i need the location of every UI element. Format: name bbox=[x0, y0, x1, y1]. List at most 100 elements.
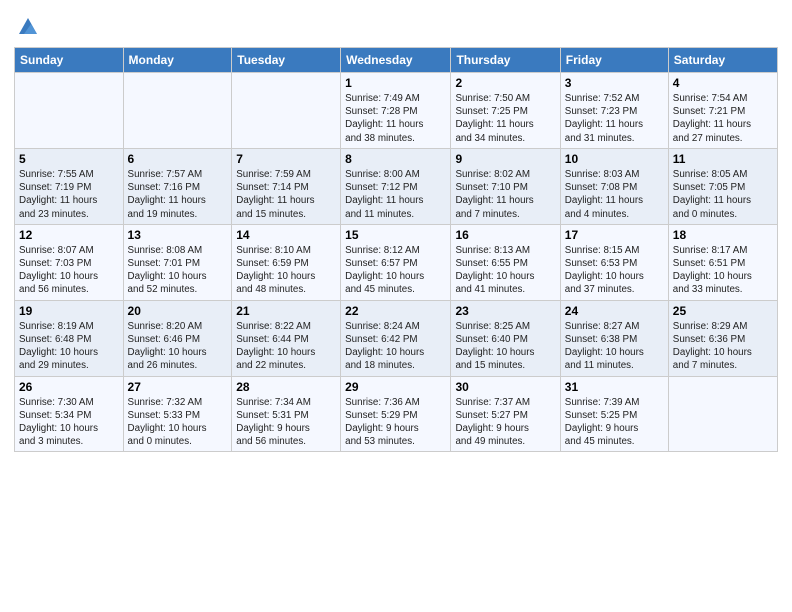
day-info: Sunrise: 7:54 AM Sunset: 7:21 PM Dayligh… bbox=[673, 92, 773, 145]
day-number: 2 bbox=[455, 76, 555, 90]
logo-icon bbox=[17, 16, 39, 36]
day-info: Sunrise: 8:07 AM Sunset: 7:03 PM Dayligh… bbox=[19, 244, 119, 297]
calendar-cell: 23 Sunrise: 8:25 AM Sunset: 6:40 PM Dayli… bbox=[451, 300, 560, 376]
calendar-cell: 14 Sunrise: 8:10 AM Sunset: 6:59 PM Dayli… bbox=[232, 224, 341, 300]
day-number: 14 bbox=[236, 228, 336, 242]
calendar-cell: 10Sunrise: 8:03 AM Sunset: 7:08 PM Dayli… bbox=[560, 148, 668, 224]
calendar-cell: 4 Sunrise: 7:54 AM Sunset: 7:21 PM Daylig… bbox=[668, 73, 777, 149]
calendar-cell: 21 Sunrise: 8:22 AM Sunset: 6:44 PM Dayli… bbox=[232, 300, 341, 376]
day-info: Sunrise: 7:37 AM Sunset: 5:27 PM Dayligh… bbox=[455, 396, 555, 449]
calendar-cell: 12 Sunrise: 8:07 AM Sunset: 7:03 PM Dayli… bbox=[15, 224, 124, 300]
calendar-cell: 19Sunrise: 8:19 AM Sunset: 6:48 PM Dayli… bbox=[15, 300, 124, 376]
day-number: 22 bbox=[345, 304, 446, 318]
day-info: Sunrise: 8:10 AM Sunset: 6:59 PM Dayligh… bbox=[236, 244, 336, 297]
day-number: 23 bbox=[455, 304, 555, 318]
day-number: 5 bbox=[19, 152, 119, 166]
calendar-cell: 30 Sunrise: 7:37 AM Sunset: 5:27 PM Dayli… bbox=[451, 376, 560, 452]
weekday-header: Monday bbox=[123, 48, 232, 73]
logo bbox=[14, 16, 39, 39]
day-info: Sunrise: 7:39 AM Sunset: 5:25 PM Dayligh… bbox=[565, 396, 664, 449]
day-info: Sunrise: 8:15 AM Sunset: 6:53 PM Dayligh… bbox=[565, 244, 664, 297]
day-number: 20 bbox=[128, 304, 228, 318]
day-number: 9 bbox=[455, 152, 555, 166]
day-number: 17 bbox=[565, 228, 664, 242]
day-info: Sunrise: 8:29 AM Sunset: 6:36 PM Dayligh… bbox=[673, 320, 773, 373]
day-number: 29 bbox=[345, 380, 446, 394]
calendar-cell: 15Sunrise: 8:12 AM Sunset: 6:57 PM Dayli… bbox=[341, 224, 451, 300]
day-number: 7 bbox=[236, 152, 336, 166]
day-number: 24 bbox=[565, 304, 664, 318]
day-number: 18 bbox=[673, 228, 773, 242]
day-info: Sunrise: 7:34 AM Sunset: 5:31 PM Dayligh… bbox=[236, 396, 336, 449]
day-number: 16 bbox=[455, 228, 555, 242]
calendar-cell: 5 Sunrise: 7:55 AM Sunset: 7:19 PM Daylig… bbox=[15, 148, 124, 224]
calendar-week-row: 19Sunrise: 8:19 AM Sunset: 6:48 PM Dayli… bbox=[15, 300, 778, 376]
day-info: Sunrise: 7:49 AM Sunset: 7:28 PM Dayligh… bbox=[345, 92, 446, 145]
calendar-table: SundayMondayTuesdayWednesdayThursdayFrid… bbox=[14, 47, 778, 452]
day-info: Sunrise: 7:59 AM Sunset: 7:14 PM Dayligh… bbox=[236, 168, 336, 221]
calendar-cell: 8 Sunrise: 8:00 AM Sunset: 7:12 PM Daylig… bbox=[341, 148, 451, 224]
calendar-cell bbox=[123, 73, 232, 149]
day-number: 31 bbox=[565, 380, 664, 394]
day-info: Sunrise: 7:36 AM Sunset: 5:29 PM Dayligh… bbox=[345, 396, 446, 449]
day-info: Sunrise: 8:08 AM Sunset: 7:01 PM Dayligh… bbox=[128, 244, 228, 297]
calendar-week-row: 1 Sunrise: 7:49 AM Sunset: 7:28 PM Daylig… bbox=[15, 73, 778, 149]
calendar-container: SundayMondayTuesdayWednesdayThursdayFrid… bbox=[0, 0, 792, 466]
day-number: 13 bbox=[128, 228, 228, 242]
day-info: Sunrise: 7:57 AM Sunset: 7:16 PM Dayligh… bbox=[128, 168, 228, 221]
day-number: 27 bbox=[128, 380, 228, 394]
calendar-cell: 6 Sunrise: 7:57 AM Sunset: 7:16 PM Daylig… bbox=[123, 148, 232, 224]
weekday-header: Tuesday bbox=[232, 48, 341, 73]
day-number: 6 bbox=[128, 152, 228, 166]
day-info: Sunrise: 8:02 AM Sunset: 7:10 PM Dayligh… bbox=[455, 168, 555, 221]
weekday-header: Sunday bbox=[15, 48, 124, 73]
day-info: Sunrise: 7:32 AM Sunset: 5:33 PM Dayligh… bbox=[128, 396, 228, 449]
day-info: Sunrise: 8:05 AM Sunset: 7:05 PM Dayligh… bbox=[673, 168, 773, 221]
day-info: Sunrise: 7:50 AM Sunset: 7:25 PM Dayligh… bbox=[455, 92, 555, 145]
calendar-cell: 16 Sunrise: 8:13 AM Sunset: 6:55 PM Dayli… bbox=[451, 224, 560, 300]
day-number: 28 bbox=[236, 380, 336, 394]
calendar-cell: 2 Sunrise: 7:50 AM Sunset: 7:25 PM Daylig… bbox=[451, 73, 560, 149]
calendar-cell: 9 Sunrise: 8:02 AM Sunset: 7:10 PM Daylig… bbox=[451, 148, 560, 224]
calendar-week-row: 5 Sunrise: 7:55 AM Sunset: 7:19 PM Daylig… bbox=[15, 148, 778, 224]
calendar-cell: 26Sunrise: 7:30 AM Sunset: 5:34 PM Dayli… bbox=[15, 376, 124, 452]
calendar-cell: 11 Sunrise: 8:05 AM Sunset: 7:05 PM Dayli… bbox=[668, 148, 777, 224]
day-number: 21 bbox=[236, 304, 336, 318]
day-number: 11 bbox=[673, 152, 773, 166]
calendar-cell: 28 Sunrise: 7:34 AM Sunset: 5:31 PM Dayli… bbox=[232, 376, 341, 452]
header bbox=[14, 10, 778, 39]
day-info: Sunrise: 8:20 AM Sunset: 6:46 PM Dayligh… bbox=[128, 320, 228, 373]
weekday-header: Thursday bbox=[451, 48, 560, 73]
day-info: Sunrise: 7:52 AM Sunset: 7:23 PM Dayligh… bbox=[565, 92, 664, 145]
calendar-cell: 1 Sunrise: 7:49 AM Sunset: 7:28 PM Daylig… bbox=[341, 73, 451, 149]
calendar-cell: 18Sunrise: 8:17 AM Sunset: 6:51 PM Dayli… bbox=[668, 224, 777, 300]
calendar-cell: 31 Sunrise: 7:39 AM Sunset: 5:25 PM Dayli… bbox=[560, 376, 668, 452]
day-info: Sunrise: 8:22 AM Sunset: 6:44 PM Dayligh… bbox=[236, 320, 336, 373]
calendar-cell: 22 Sunrise: 8:24 AM Sunset: 6:42 PM Dayli… bbox=[341, 300, 451, 376]
calendar-cell: 7 Sunrise: 7:59 AM Sunset: 7:14 PM Daylig… bbox=[232, 148, 341, 224]
day-number: 4 bbox=[673, 76, 773, 90]
calendar-cell: 25Sunrise: 8:29 AM Sunset: 6:36 PM Dayli… bbox=[668, 300, 777, 376]
day-info: Sunrise: 8:25 AM Sunset: 6:40 PM Dayligh… bbox=[455, 320, 555, 373]
day-number: 12 bbox=[19, 228, 119, 242]
calendar-cell: 13 Sunrise: 8:08 AM Sunset: 7:01 PM Dayli… bbox=[123, 224, 232, 300]
day-number: 1 bbox=[345, 76, 446, 90]
weekday-header: Saturday bbox=[668, 48, 777, 73]
day-info: Sunrise: 8:13 AM Sunset: 6:55 PM Dayligh… bbox=[455, 244, 555, 297]
calendar-cell: 3 Sunrise: 7:52 AM Sunset: 7:23 PM Daylig… bbox=[560, 73, 668, 149]
calendar-cell bbox=[15, 73, 124, 149]
weekday-header: Wednesday bbox=[341, 48, 451, 73]
day-number: 3 bbox=[565, 76, 664, 90]
day-number: 30 bbox=[455, 380, 555, 394]
day-info: Sunrise: 8:24 AM Sunset: 6:42 PM Dayligh… bbox=[345, 320, 446, 373]
day-number: 15 bbox=[345, 228, 446, 242]
day-info: Sunrise: 7:55 AM Sunset: 7:19 PM Dayligh… bbox=[19, 168, 119, 221]
day-number: 8 bbox=[345, 152, 446, 166]
calendar-week-row: 12 Sunrise: 8:07 AM Sunset: 7:03 PM Dayli… bbox=[15, 224, 778, 300]
calendar-cell: 29 Sunrise: 7:36 AM Sunset: 5:29 PM Dayli… bbox=[341, 376, 451, 452]
day-info: Sunrise: 8:00 AM Sunset: 7:12 PM Dayligh… bbox=[345, 168, 446, 221]
day-number: 19 bbox=[19, 304, 119, 318]
day-info: Sunrise: 8:27 AM Sunset: 6:38 PM Dayligh… bbox=[565, 320, 664, 373]
calendar-week-row: 26Sunrise: 7:30 AM Sunset: 5:34 PM Dayli… bbox=[15, 376, 778, 452]
calendar-cell: 27 Sunrise: 7:32 AM Sunset: 5:33 PM Dayli… bbox=[123, 376, 232, 452]
